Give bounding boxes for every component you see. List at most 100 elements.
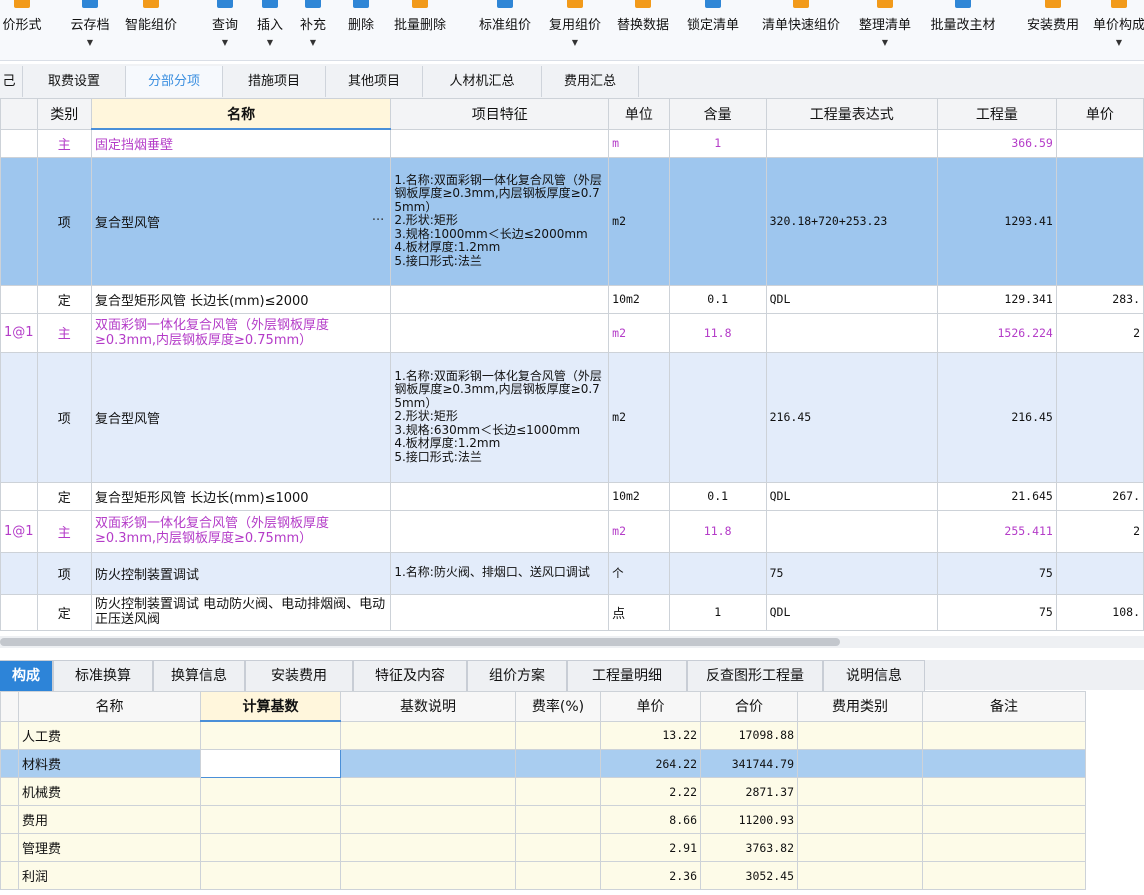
unit-price-cell[interactable]: 267.: [1055, 481, 1144, 511]
name-cell[interactable]: 费用: [18, 805, 201, 834]
tab-labor-material-summary[interactable]: 人材机汇总: [423, 66, 542, 97]
feature-cell[interactable]: [390, 593, 610, 631]
unit-cell[interactable]: m2: [608, 156, 670, 286]
total-cell[interactable]: 2871.37: [700, 777, 798, 806]
note-cell[interactable]: [922, 805, 1086, 834]
base-desc-cell[interactable]: [340, 720, 516, 750]
expression-cell[interactable]: QDL: [765, 593, 938, 631]
name-cell[interactable]: 复合型风管: [90, 351, 392, 483]
unit-cell[interactable]: m2: [608, 351, 670, 483]
rate-cell[interactable]: [515, 833, 601, 862]
feature-cell[interactable]: [390, 509, 610, 553]
content-cell[interactable]: 1: [668, 593, 767, 631]
content-cell[interactable]: 0.1: [668, 481, 767, 511]
col-header-feature[interactable]: 项目特征: [390, 98, 610, 130]
table-row-selected[interactable]: 项 复合型风管 ··· 1.名称:双面彩钢一体化复合风管（外层钢板厚度≥0.3m…: [0, 156, 1144, 286]
col-header-calc-base[interactable]: 计算基数: [200, 691, 341, 722]
table-row[interactable]: 定 复合型矩形风管 长边长(mm)≤2000 10m2 0.1 QDL 129.…: [0, 284, 1144, 314]
base-desc-cell[interactable]: [340, 861, 516, 890]
toolbar-button-batch-delete[interactable]: 批量删除: [386, 0, 454, 60]
note-cell[interactable]: [922, 749, 1086, 778]
table-row[interactable]: 1@1 主 双面彩钢一体化复合风管（外层钢板厚度≥0.3mm,内层钢板厚度≥0.…: [0, 312, 1144, 353]
feature-cell[interactable]: [390, 481, 610, 511]
total-cell[interactable]: 341744.79: [700, 749, 798, 778]
calc-base-cell[interactable]: [200, 805, 341, 834]
name-cell[interactable]: 复合型风管 ···: [90, 156, 392, 286]
name-cell[interactable]: 双面彩钢一体化复合风管（外层钢板厚度≥0.3mm,内层钢板厚度≥0.75mm）: [90, 312, 392, 353]
toolbar-button-quick-pricing[interactable]: 清单快速组价: [752, 0, 850, 60]
rate-cell[interactable]: [515, 749, 601, 778]
toolbar-button-supplement[interactable]: 补充 ▼: [294, 0, 332, 60]
fee-category-cell[interactable]: [797, 777, 923, 806]
table-row-selected[interactable]: 材料费 264.22 341744.79: [0, 749, 1086, 778]
unit-price-cell[interactable]: 8.66: [600, 805, 701, 834]
unit-cell[interactable]: 10m2: [608, 284, 670, 314]
unit-price-cell[interactable]: 2.36: [600, 861, 701, 890]
note-cell[interactable]: [922, 833, 1086, 862]
expression-cell[interactable]: 320.18+720+253.23: [765, 156, 938, 286]
toolbar-button-reuse-pricing[interactable]: 复用组价 ▼: [542, 0, 608, 60]
tab-feature-content[interactable]: 特征及内容: [353, 660, 467, 692]
calc-base-cell[interactable]: [200, 861, 341, 890]
expression-cell[interactable]: QDL: [765, 481, 938, 511]
name-cell[interactable]: 固定挡烟垂壁: [90, 128, 392, 158]
table-row[interactable]: 主 固定挡烟垂壁 m 1 366.59: [0, 128, 1144, 158]
unit-price-cell[interactable]: 2.91: [600, 833, 701, 862]
col-header-base-desc[interactable]: 基数说明: [340, 691, 516, 722]
total-cell[interactable]: 17098.88: [700, 720, 798, 750]
quantity-cell[interactable]: 21.645: [936, 481, 1057, 511]
toolbar-button-cloud-save[interactable]: 云存档 ▼: [62, 0, 118, 60]
content-cell[interactable]: [668, 156, 767, 286]
quantity-cell[interactable]: 255.411: [936, 509, 1057, 553]
name-cell[interactable]: 双面彩钢一体化复合风管（外层钢板厚度≥0.3mm,内层钢板厚度≥0.75mm）: [90, 509, 392, 553]
name-cell[interactable]: 复合型矩形风管 长边长(mm)≤1000: [90, 481, 392, 511]
fee-category-cell[interactable]: [797, 833, 923, 862]
col-header-type[interactable]: 类别: [36, 98, 92, 130]
calc-base-input[interactable]: [200, 749, 341, 778]
tab-fee-settings[interactable]: 取费设置: [23, 66, 126, 97]
unit-cell[interactable]: m2: [608, 312, 670, 353]
name-cell[interactable]: 机械费: [18, 777, 201, 806]
feature-cell[interactable]: 1.名称:双面彩钢一体化复合风管（外层钢板厚度≥0.3mm,内层钢板厚度≥0.7…: [390, 351, 610, 483]
toolbar-button-unit-price-composition[interactable]: 单价构成 ▼: [1086, 0, 1144, 60]
expression-cell[interactable]: [765, 128, 938, 158]
unit-price-cell[interactable]: [1055, 156, 1144, 286]
col-header-note[interactable]: 备注: [922, 691, 1086, 722]
tab-description[interactable]: 说明信息: [823, 660, 925, 692]
unit-cell[interactable]: m2: [608, 509, 670, 553]
col-header-unit[interactable]: 单位: [608, 98, 670, 130]
unit-price-cell[interactable]: 2: [1055, 509, 1144, 553]
name-cell[interactable]: 管理费: [18, 833, 201, 862]
toolbar-button-organize-list[interactable]: 整理清单 ▼: [852, 0, 918, 60]
calc-base-cell[interactable]: [200, 777, 341, 806]
col-header-content[interactable]: 含量: [668, 98, 767, 130]
name-cell[interactable]: 利润: [18, 861, 201, 890]
table-row[interactable]: 机械费 2.22 2871.37: [0, 777, 1086, 806]
tab-sub-items[interactable]: 分部分项: [126, 66, 223, 97]
toolbar-button-pricing-form[interactable]: 价形式: [0, 0, 44, 60]
more-options-icon[interactable]: ···: [372, 213, 384, 228]
unit-cell[interactable]: 个: [608, 551, 670, 595]
total-cell[interactable]: 3763.82: [700, 833, 798, 862]
col-header-name[interactable]: 名称: [18, 691, 201, 722]
expression-cell[interactable]: [765, 509, 938, 553]
name-cell[interactable]: 防火控制装置调试: [90, 551, 392, 595]
tab-pricing-plan[interactable]: 组价方案: [467, 660, 567, 692]
unit-price-cell[interactable]: [1055, 351, 1144, 483]
unit-price-cell[interactable]: [1055, 551, 1144, 595]
tab-composition[interactable]: 构成: [0, 660, 53, 692]
col-header-unit-price[interactable]: 单价: [600, 691, 701, 722]
quantity-cell[interactable]: 1526.224: [936, 312, 1057, 353]
table-row[interactable]: 定 复合型矩形风管 长边长(mm)≤1000 10m2 0.1 QDL 21.6…: [0, 481, 1144, 511]
table-row[interactable]: 项 防火控制装置调试 1.名称:防火阀、排烟口、送风口调试 个 75 75: [0, 551, 1144, 595]
table-row[interactable]: 利润 2.36 3052.45: [0, 861, 1086, 890]
fee-category-cell[interactable]: [797, 720, 923, 750]
table-row[interactable]: 费用 8.66 11200.93: [0, 805, 1086, 834]
toolbar-button-replace-data[interactable]: 替换数据: [610, 0, 676, 60]
col-header-unit-price[interactable]: 单价: [1055, 98, 1144, 130]
unit-price-cell[interactable]: 2.22: [600, 777, 701, 806]
quantity-cell[interactable]: 129.341: [936, 284, 1057, 314]
feature-cell[interactable]: [390, 128, 610, 158]
quantity-cell[interactable]: 366.59: [936, 128, 1057, 158]
fee-category-cell[interactable]: [797, 749, 923, 778]
